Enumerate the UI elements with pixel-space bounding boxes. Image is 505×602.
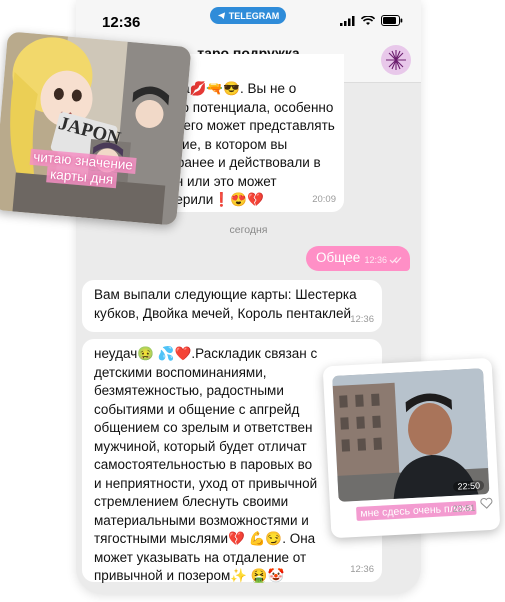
telegram-badge-label: TELEGRAM <box>228 10 280 21</box>
message-time: 20:09 <box>312 193 336 205</box>
message-line: тягостными мыслями💔 💪😏. Она <box>94 531 316 546</box>
outgoing-message-text: Общее <box>316 250 361 265</box>
battery-icon <box>381 15 403 26</box>
outgoing-meta: 12:36 <box>364 255 402 265</box>
message-line: может указывать на отдаление от <box>94 549 307 565</box>
status-bar: 12:36 TELEGRAM <box>76 0 421 42</box>
man-photo: 22:50 <box>332 368 490 502</box>
message-time: 12:36 <box>350 563 374 575</box>
message-line: неудач🤢 💦❤️.Раскладик связан с <box>94 346 318 361</box>
message-line: привычной и позером✨ 🤮🤡 <box>94 568 285 583</box>
star-avatar-icon <box>386 50 406 70</box>
wifi-icon <box>361 15 375 25</box>
anime-photo-sticker: JAPON читаю значение карты дня <box>0 31 192 226</box>
telegram-badge[interactable]: TELEGRAM <box>210 7 286 24</box>
photo-time: 22:50 <box>453 480 485 492</box>
incoming-message-cards[interactable]: Вам выпали следующие карты: Шестерка куб… <box>82 280 382 332</box>
telegram-plane-icon <box>217 12 225 20</box>
message-time: 12:36 <box>350 313 374 325</box>
outgoing-message[interactable]: Общее 12:36 <box>306 246 410 271</box>
status-time: 12:36 <box>102 14 141 31</box>
system-icons <box>340 15 403 26</box>
outgoing-time: 12:36 <box>364 255 387 265</box>
photo-message-time: 22:51 <box>452 502 476 514</box>
heart-icon[interactable] <box>480 497 494 510</box>
bot-avatar[interactable] <box>381 45 411 75</box>
message-text: Вам выпали следующие карты: Шестерка куб… <box>94 287 357 321</box>
photo-message-sticker: 22:50 мне сдесь очень плоха 22:51 <box>322 357 501 539</box>
signal-icon <box>340 15 355 26</box>
double-check-icon <box>389 257 402 264</box>
message-line: материальными возможностями и <box>94 512 309 528</box>
date-separator: сегодня <box>229 224 268 236</box>
